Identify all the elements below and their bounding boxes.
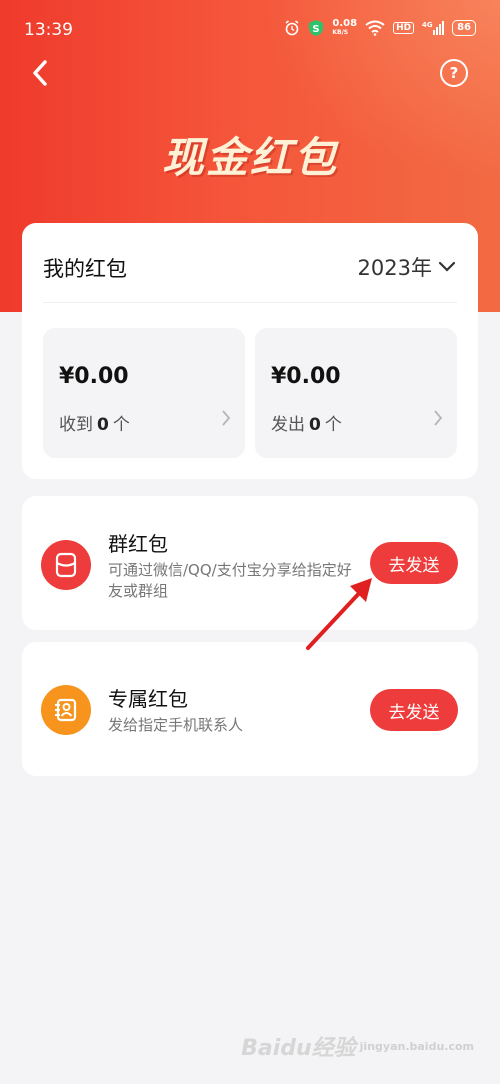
network-speed: 0.08 KB/S: [332, 18, 358, 37]
watermark-url: jingyan.baidu.com: [359, 1039, 474, 1053]
annotation-arrow: [306, 578, 372, 650]
received-amount: ¥0.00: [59, 364, 129, 389]
divider: [43, 302, 457, 303]
exclusive-packet-card: 专属红包 发给指定手机联系人 去发送: [22, 642, 478, 776]
svg-text:S: S: [313, 24, 320, 35]
hd-badge: HD: [393, 22, 415, 34]
received-count: 0: [97, 415, 109, 435]
exclusive-send-button[interactable]: 去发送: [370, 689, 458, 731]
wifi-icon: [365, 20, 385, 36]
chevron-down-icon: [438, 261, 456, 272]
status-time: 13:39: [24, 20, 73, 40]
page-title: 现金红包: [161, 133, 338, 182]
group-send-button[interactable]: 去发送: [370, 542, 458, 584]
svg-text:4G: 4G: [422, 21, 433, 29]
chevron-left-icon: [33, 60, 47, 86]
contact-card-icon: [41, 685, 91, 735]
back-button[interactable]: [26, 58, 54, 88]
group-packet-card: 群红包 可通过微信/QQ/支付宝分享给指定好友或群组 去发送: [22, 496, 478, 630]
received-count-label: 收到 0 个: [59, 415, 130, 435]
question-mark-icon: ?: [449, 64, 459, 82]
alarm-icon: [284, 20, 300, 36]
status-icons: S 0.08 KB/S HD 4G 86: [284, 19, 476, 37]
chevron-right-icon: [222, 410, 231, 426]
my-packets-title: 我的红包: [43, 257, 127, 281]
sent-amount: ¥0.00: [271, 364, 341, 389]
watermark-logo-text: Baidu经验: [241, 1036, 356, 1061]
watermark: Baidu经验 jingyan.baidu.com: [241, 1030, 474, 1062]
chevron-right-icon: [434, 410, 443, 426]
year-value: 2023年: [357, 256, 432, 280]
sent-count: 0: [309, 415, 321, 435]
battery-indicator: 86: [452, 20, 476, 36]
help-button[interactable]: ?: [440, 59, 468, 87]
exclusive-packet-name: 专属红包: [108, 687, 188, 711]
sent-summary[interactable]: ¥0.00 发出 0 个: [255, 328, 457, 458]
year-selector[interactable]: 2023年: [358, 252, 456, 282]
group-packet-name: 群红包: [108, 532, 168, 556]
exclusive-packet-description: 发给指定手机联系人: [108, 716, 244, 734]
signal-icon: 4G: [422, 20, 445, 36]
my-packets-card: 我的红包 2023年 ¥0.00 收到 0 个 ¥0.00 发出 0 个: [22, 223, 478, 479]
security-app-icon: S: [308, 19, 324, 37]
received-summary[interactable]: ¥0.00 收到 0 个: [43, 328, 245, 458]
status-bar: 13:39 S 0.08 KB/S HD 4G 86: [0, 0, 500, 60]
group-packet-icon: [41, 540, 91, 590]
sent-count-label: 发出 0 个: [271, 415, 342, 435]
